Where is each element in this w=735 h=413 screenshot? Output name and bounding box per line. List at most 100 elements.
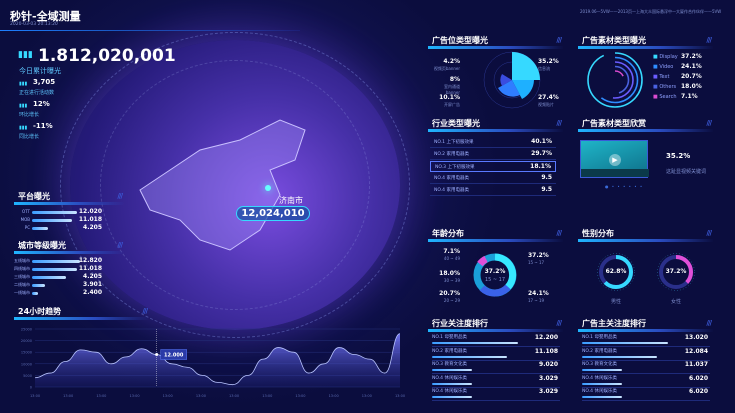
bar-label: MOB (20, 217, 30, 222)
rank-row[interactable]: NO.2 家用电器类 11.108 (432, 348, 560, 361)
ad-position-pct: 10.1% (439, 94, 460, 101)
rank-row[interactable]: NO.4 休闲娱乐类 3.029 (432, 388, 560, 401)
industry-row[interactable]: NO.4 家用电器类 9.5 (430, 173, 556, 184)
bar (32, 227, 48, 230)
rank-row[interactable]: NO.3 教育文化类 11.037 (582, 361, 710, 374)
x-tick: 13:00 (63, 394, 73, 398)
x-tick: 13:00 (329, 394, 339, 398)
kpi-label: 同比增长 (19, 134, 40, 140)
total-exposure: 1.812,020,001 (38, 46, 176, 66)
y-tick: 10000 (21, 362, 32, 366)
total-exposure-label: 今日累计曝光 (19, 67, 61, 75)
industry-row[interactable]: NO.4 家用电器类 9.5 (430, 185, 556, 196)
kpi-value: -11% (33, 122, 53, 130)
gender-label: 男性 (610, 299, 621, 305)
china-map (139, 119, 306, 251)
kpi-value: 3,705 (33, 78, 56, 86)
ad-position-pct: 8% (449, 76, 460, 83)
gender-pct: 37.2% (665, 268, 687, 275)
bar (32, 219, 72, 222)
x-tick: 13:00 (129, 394, 139, 398)
rank-bar (582, 355, 657, 358)
tooltip-value: 12.000 (164, 353, 184, 359)
gender-label: 女性 (670, 299, 681, 305)
age-pct: 20.7% (439, 290, 460, 297)
header-line (0, 30, 300, 31)
bar-label: 三线城市 (14, 274, 30, 279)
x-tick: 13:00 (229, 394, 239, 398)
industry-row[interactable]: NO.1 上下初服效果 40.1% (430, 137, 556, 148)
industry-row[interactable]: NO.2 家用电器类 29.7% (430, 149, 556, 160)
rank-bar (582, 396, 623, 398)
rank-row[interactable]: NO.4 休闲娱乐类 6.020 (582, 375, 710, 388)
industry-row[interactable]: NO.3 上下初服效果 18.1% (430, 161, 556, 172)
carousel-dots[interactable]: ● • • • • • • (605, 184, 643, 189)
x-tick: 13:00 (30, 394, 40, 398)
legend-pct: 7.1% (681, 93, 698, 100)
rank-row[interactable]: NO.4 休闲娱乐类 3.029 (432, 375, 560, 388)
kpi-value: 12% (33, 100, 50, 108)
section-ad-position: 广告位类型曝光/// (428, 35, 563, 49)
bar-value: 12.820 (78, 257, 102, 264)
bar-label: PC (24, 225, 30, 230)
x-tick: 13:00 (362, 394, 372, 398)
x-tick: 13:00 (96, 394, 106, 398)
rank-bar (432, 382, 473, 385)
y-tick: 0 (30, 386, 32, 390)
chart-bars-icon: ▮▮▮ (19, 125, 28, 131)
x-tick: 13:00 (196, 394, 206, 398)
bar-value: 4.205 (83, 273, 102, 280)
ad-material-ring-chart (587, 52, 643, 108)
bar-value: 12.020 (78, 208, 102, 215)
bar-value: 11.018 (78, 265, 102, 272)
rank-bar (432, 355, 507, 358)
trend-chart: 0 5000 10000 15000 20000 25000 13:00 13:00 13:00… (21, 328, 405, 399)
age-pct: 24.1% (528, 290, 549, 297)
legend-item: ■ Text (653, 74, 670, 80)
legend-pct: 18.0% (681, 83, 702, 90)
legend-item: ■ Others (653, 84, 677, 90)
bar-label: 五线城市 (14, 258, 30, 263)
bar-label: OTT (22, 209, 30, 214)
age-pct: 18.0% (439, 270, 460, 277)
section-trend: 24小时趋势/// (14, 306, 149, 320)
age-pct: 37.2% (528, 252, 549, 259)
rank-bar (582, 369, 623, 371)
legend-pct: 37.2% (681, 53, 702, 60)
y-tick: 5000 (23, 374, 32, 378)
map-value: 12,024,010 (236, 206, 310, 221)
age-range: 30 ~ 39 (443, 278, 460, 283)
rank-row[interactable]: NO.4 休闲娱乐类 6.020 (582, 388, 710, 401)
material-ring (587, 52, 643, 108)
age-donut-chart (473, 253, 517, 297)
age-range: 20 ~ 29 (443, 298, 460, 303)
rank-row[interactable]: NO.1 母婴用品类 12.200 (432, 334, 560, 347)
bar-label: 四线城市 (14, 266, 30, 271)
slice-info-feed (512, 52, 540, 80)
rank-bar (432, 342, 519, 344)
section-gender: 性别分布/// (578, 228, 713, 242)
rank-bar (432, 369, 473, 371)
x-tick: 13:00 (295, 394, 305, 398)
rank-bar (582, 342, 669, 344)
section-city: 城市等级曝光/// (14, 240, 124, 254)
video-thumbnail[interactable]: ▶ (580, 140, 649, 178)
map-city: 济南市 (279, 196, 303, 205)
legend-item: ■ Search (653, 94, 677, 100)
x-tick: 13:00 (163, 394, 173, 398)
rank-row[interactable]: NO.3 教育文化类 9.020 (432, 361, 560, 374)
rank-row[interactable]: NO.2 家用电器类 12.084 (582, 348, 710, 361)
section-ad-material: 广告素材类型曝光/// (578, 35, 713, 49)
material-ring (591, 56, 639, 104)
age-range: 15 ~ 17 (528, 260, 545, 265)
map-marker[interactable] (265, 185, 271, 191)
legend-item: ■ Video (653, 64, 674, 70)
ad-position-pct: 4.2% (443, 58, 460, 65)
bar-label: 二线城市 (14, 282, 30, 287)
age-pct: 7.1% (443, 248, 460, 255)
bar-value: 3.901 (83, 281, 102, 288)
play-icon[interactable]: ▶ (609, 154, 621, 166)
bar-label: 一线城市 (14, 290, 30, 295)
rank-row[interactable]: NO.1 母婴用品类 13.020 (582, 334, 710, 347)
rank-bar (582, 382, 623, 385)
